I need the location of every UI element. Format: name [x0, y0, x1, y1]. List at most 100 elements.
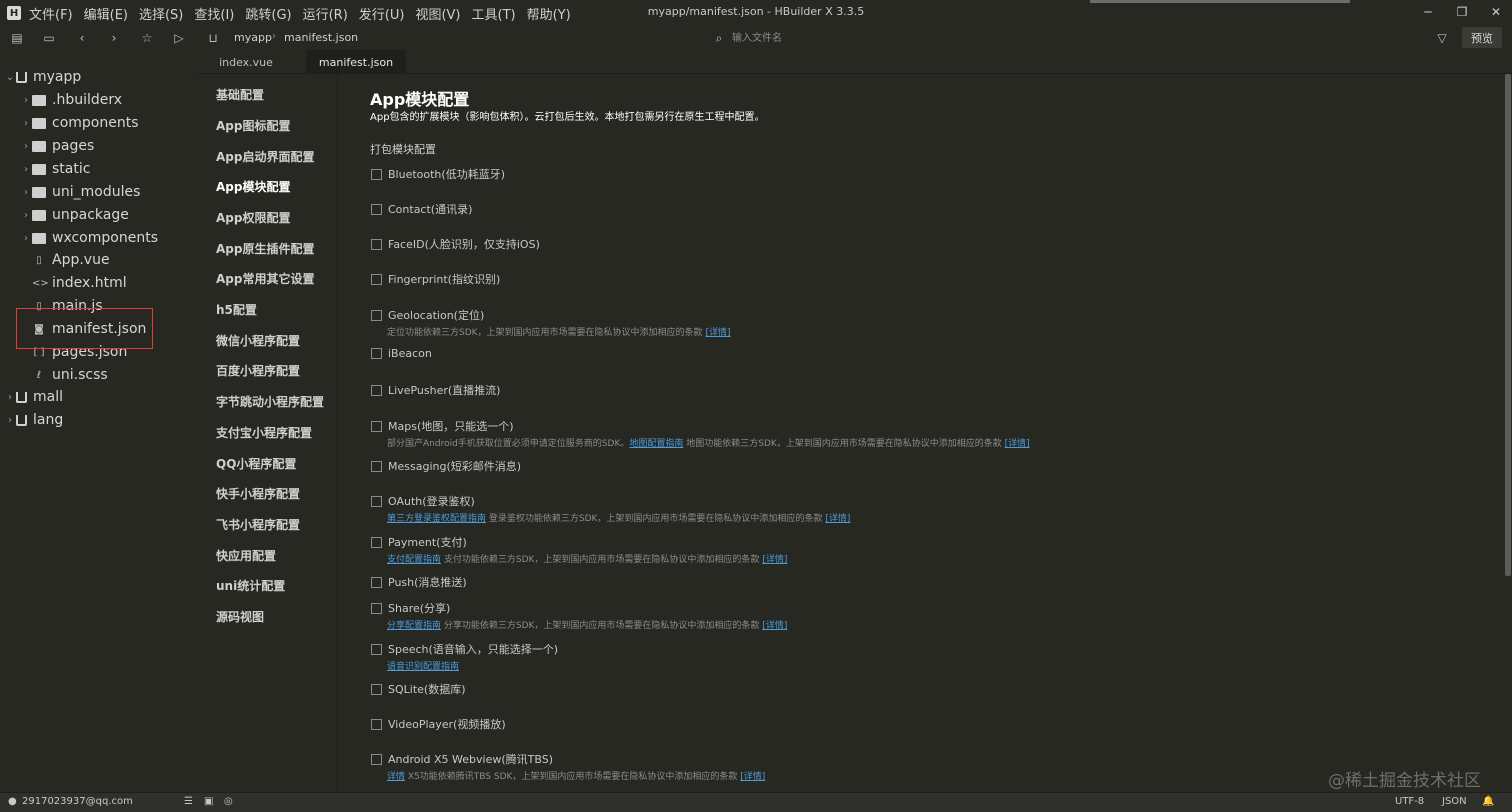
- tree-item-file[interactable]: ▯ App.vue: [32, 249, 109, 271]
- menu-view[interactable]: 视图(V): [415, 4, 460, 23]
- maps-guide-link[interactable]: 地图配置指南: [629, 439, 683, 449]
- menu-goto[interactable]: 跳转(G): [245, 4, 291, 23]
- tree-item-file[interactable]: <> index.html: [32, 272, 127, 294]
- menu-publish[interactable]: 发行(U): [359, 4, 405, 23]
- nav-kuaishou-mp-config[interactable]: 快手小程序配置: [216, 485, 300, 502]
- checkbox[interactable]: [371, 348, 382, 359]
- nav-app-permissions-config[interactable]: App权限配置: [216, 209, 290, 226]
- new-file-icon[interactable]: ▤: [9, 30, 25, 46]
- nav-app-modules-config[interactable]: App模块配置: [216, 178, 290, 195]
- file-search-input[interactable]: [732, 30, 1032, 46]
- nav-weixin-mp-config[interactable]: 微信小程序配置: [216, 332, 300, 349]
- payment-guide-link[interactable]: 支付配置指南: [387, 555, 441, 565]
- restore-icon[interactable]: ❐: [1454, 4, 1470, 20]
- menu-help[interactable]: 帮助(Y): [527, 4, 571, 23]
- nav-alipay-mp-config[interactable]: 支付宝小程序配置: [216, 424, 312, 441]
- run-icon[interactable]: ▷: [171, 30, 187, 46]
- details-link[interactable]: [详情]: [1005, 439, 1030, 449]
- speech-guide-link[interactable]: 语音识别配置指南: [387, 662, 459, 672]
- star-icon[interactable]: ☆: [139, 30, 155, 46]
- checkbox[interactable]: [371, 309, 382, 321]
- checkbox[interactable]: [371, 602, 382, 614]
- checkbox[interactable]: [371, 384, 382, 396]
- language-mode-label[interactable]: JSON: [1442, 796, 1467, 807]
- breadcrumb-file[interactable]: manifest.json: [284, 31, 358, 44]
- menu-file[interactable]: 文件(F): [29, 4, 73, 23]
- nav-basic-config[interactable]: 基础配置: [216, 86, 264, 103]
- x5-details-link[interactable]: 详情: [387, 772, 405, 782]
- checkbox[interactable]: [371, 536, 382, 548]
- nav-baidu-mp-config[interactable]: 百度小程序配置: [216, 362, 300, 379]
- menu-select[interactable]: 选择(S): [139, 4, 183, 23]
- save-icon[interactable]: ▭: [41, 30, 57, 46]
- tree-item-folder[interactable]: › uni_modules: [20, 181, 140, 203]
- tree-item-file[interactable]: ℓ uni.scss: [32, 364, 108, 386]
- nav-bytedance-mp-config[interactable]: 字节跳动小程序配置: [216, 393, 324, 410]
- checkbox[interactable]: [371, 683, 382, 695]
- nav-h5-config[interactable]: h5配置: [216, 301, 257, 318]
- tree-project-mall[interactable]: › mall: [4, 386, 63, 408]
- forward-icon[interactable]: ›: [106, 30, 122, 46]
- user-icon[interactable]: ●: [8, 796, 17, 807]
- nav-app-icon-config[interactable]: App图标配置: [216, 117, 290, 134]
- back-icon[interactable]: ‹: [74, 30, 90, 46]
- nav-app-splash-config[interactable]: App启动界面配置: [216, 148, 314, 165]
- globe-icon[interactable]: ◎: [224, 796, 233, 807]
- tab-index-vue[interactable]: index.vue: [196, 50, 296, 74]
- tree-project-lang[interactable]: › lang: [4, 409, 63, 431]
- tree-item-folder[interactable]: › wxcomponents: [20, 227, 158, 249]
- nav-feishu-mp-config[interactable]: 飞书小程序配置: [216, 516, 300, 533]
- checkbox[interactable]: [371, 495, 382, 507]
- menu-run[interactable]: 运行(R): [303, 4, 348, 23]
- nav-source-view[interactable]: 源码视图: [216, 608, 264, 625]
- tree-item-folder[interactable]: › unpackage: [20, 204, 129, 226]
- checkbox[interactable]: [371, 420, 382, 432]
- checkbox[interactable]: [371, 643, 382, 655]
- minimize-icon[interactable]: ─: [1420, 4, 1436, 20]
- scss-file-icon: ℓ: [36, 369, 42, 381]
- checkbox[interactable]: [371, 203, 382, 215]
- tree-item-folder[interactable]: › static: [20, 158, 90, 180]
- checkbox[interactable]: [371, 753, 382, 765]
- breadcrumb-project[interactable]: myapp: [234, 31, 272, 44]
- nav-qq-mp-config[interactable]: QQ小程序配置: [216, 455, 296, 472]
- nav-quickapp-config[interactable]: 快应用配置: [216, 547, 276, 564]
- menu-tools[interactable]: 工具(T): [472, 4, 516, 23]
- terminal-icon[interactable]: ▣: [204, 796, 213, 807]
- account-label[interactable]: 2917023937@qq.com: [22, 796, 133, 807]
- details-link[interactable]: [详情]: [762, 555, 787, 565]
- nav-uni-stat-config[interactable]: uni统计配置: [216, 577, 285, 594]
- menu-edit[interactable]: 编辑(E): [84, 4, 128, 23]
- tree-item-folder[interactable]: › pages: [20, 135, 94, 157]
- module-x5-webview: Android X5 Webview(腾讯TBS) 详情 X5功能依赖腾讯TBS…: [371, 751, 765, 782]
- module-videoplayer: VideoPlayer(视频播放): [371, 716, 506, 732]
- oauth-guide-link[interactable]: 第三方登录鉴权配置指南: [387, 514, 486, 524]
- scrollbar-thumb[interactable]: [1505, 74, 1511, 576]
- toolbar: ▤ ▭ ‹ › ☆ ▷ ⊔ myapp › manifest.json ⌕ ▽ …: [0, 26, 1512, 50]
- tree-project-myapp[interactable]: ⌄ myapp: [4, 66, 81, 88]
- checkbox[interactable]: [371, 168, 382, 180]
- checkbox[interactable]: [371, 576, 382, 588]
- list-icon[interactable]: ☰: [184, 796, 193, 807]
- filter-icon[interactable]: ▽: [1434, 30, 1450, 46]
- checkbox[interactable]: [371, 238, 382, 250]
- details-link[interactable]: [详情]: [825, 514, 850, 524]
- tab-manifest-json[interactable]: manifest.json: [306, 50, 406, 74]
- tree-item-folder[interactable]: › .hbuilderx: [20, 89, 122, 111]
- details-link[interactable]: [详情]: [740, 772, 765, 782]
- checkbox[interactable]: [371, 718, 382, 730]
- tree-item-folder[interactable]: › components: [20, 112, 139, 134]
- bell-icon[interactable]: 🔔: [1482, 796, 1494, 807]
- details-link[interactable]: [详情]: [762, 621, 787, 631]
- encoding-label[interactable]: UTF-8: [1395, 796, 1424, 807]
- close-icon[interactable]: ✕: [1488, 4, 1504, 20]
- menu-find[interactable]: 查找(I): [194, 4, 234, 23]
- checkbox[interactable]: [371, 273, 382, 285]
- checkbox[interactable]: [371, 460, 382, 472]
- details-link[interactable]: [详情]: [705, 328, 730, 338]
- breadcrumb-separator-icon: ›: [272, 31, 276, 42]
- nav-app-native-plugins-config[interactable]: App原生插件配置: [216, 240, 314, 257]
- nav-app-other-settings[interactable]: App常用其它设置: [216, 270, 314, 287]
- share-guide-link[interactable]: 分享配置指南: [387, 621, 441, 631]
- preview-button[interactable]: 预览: [1462, 27, 1502, 48]
